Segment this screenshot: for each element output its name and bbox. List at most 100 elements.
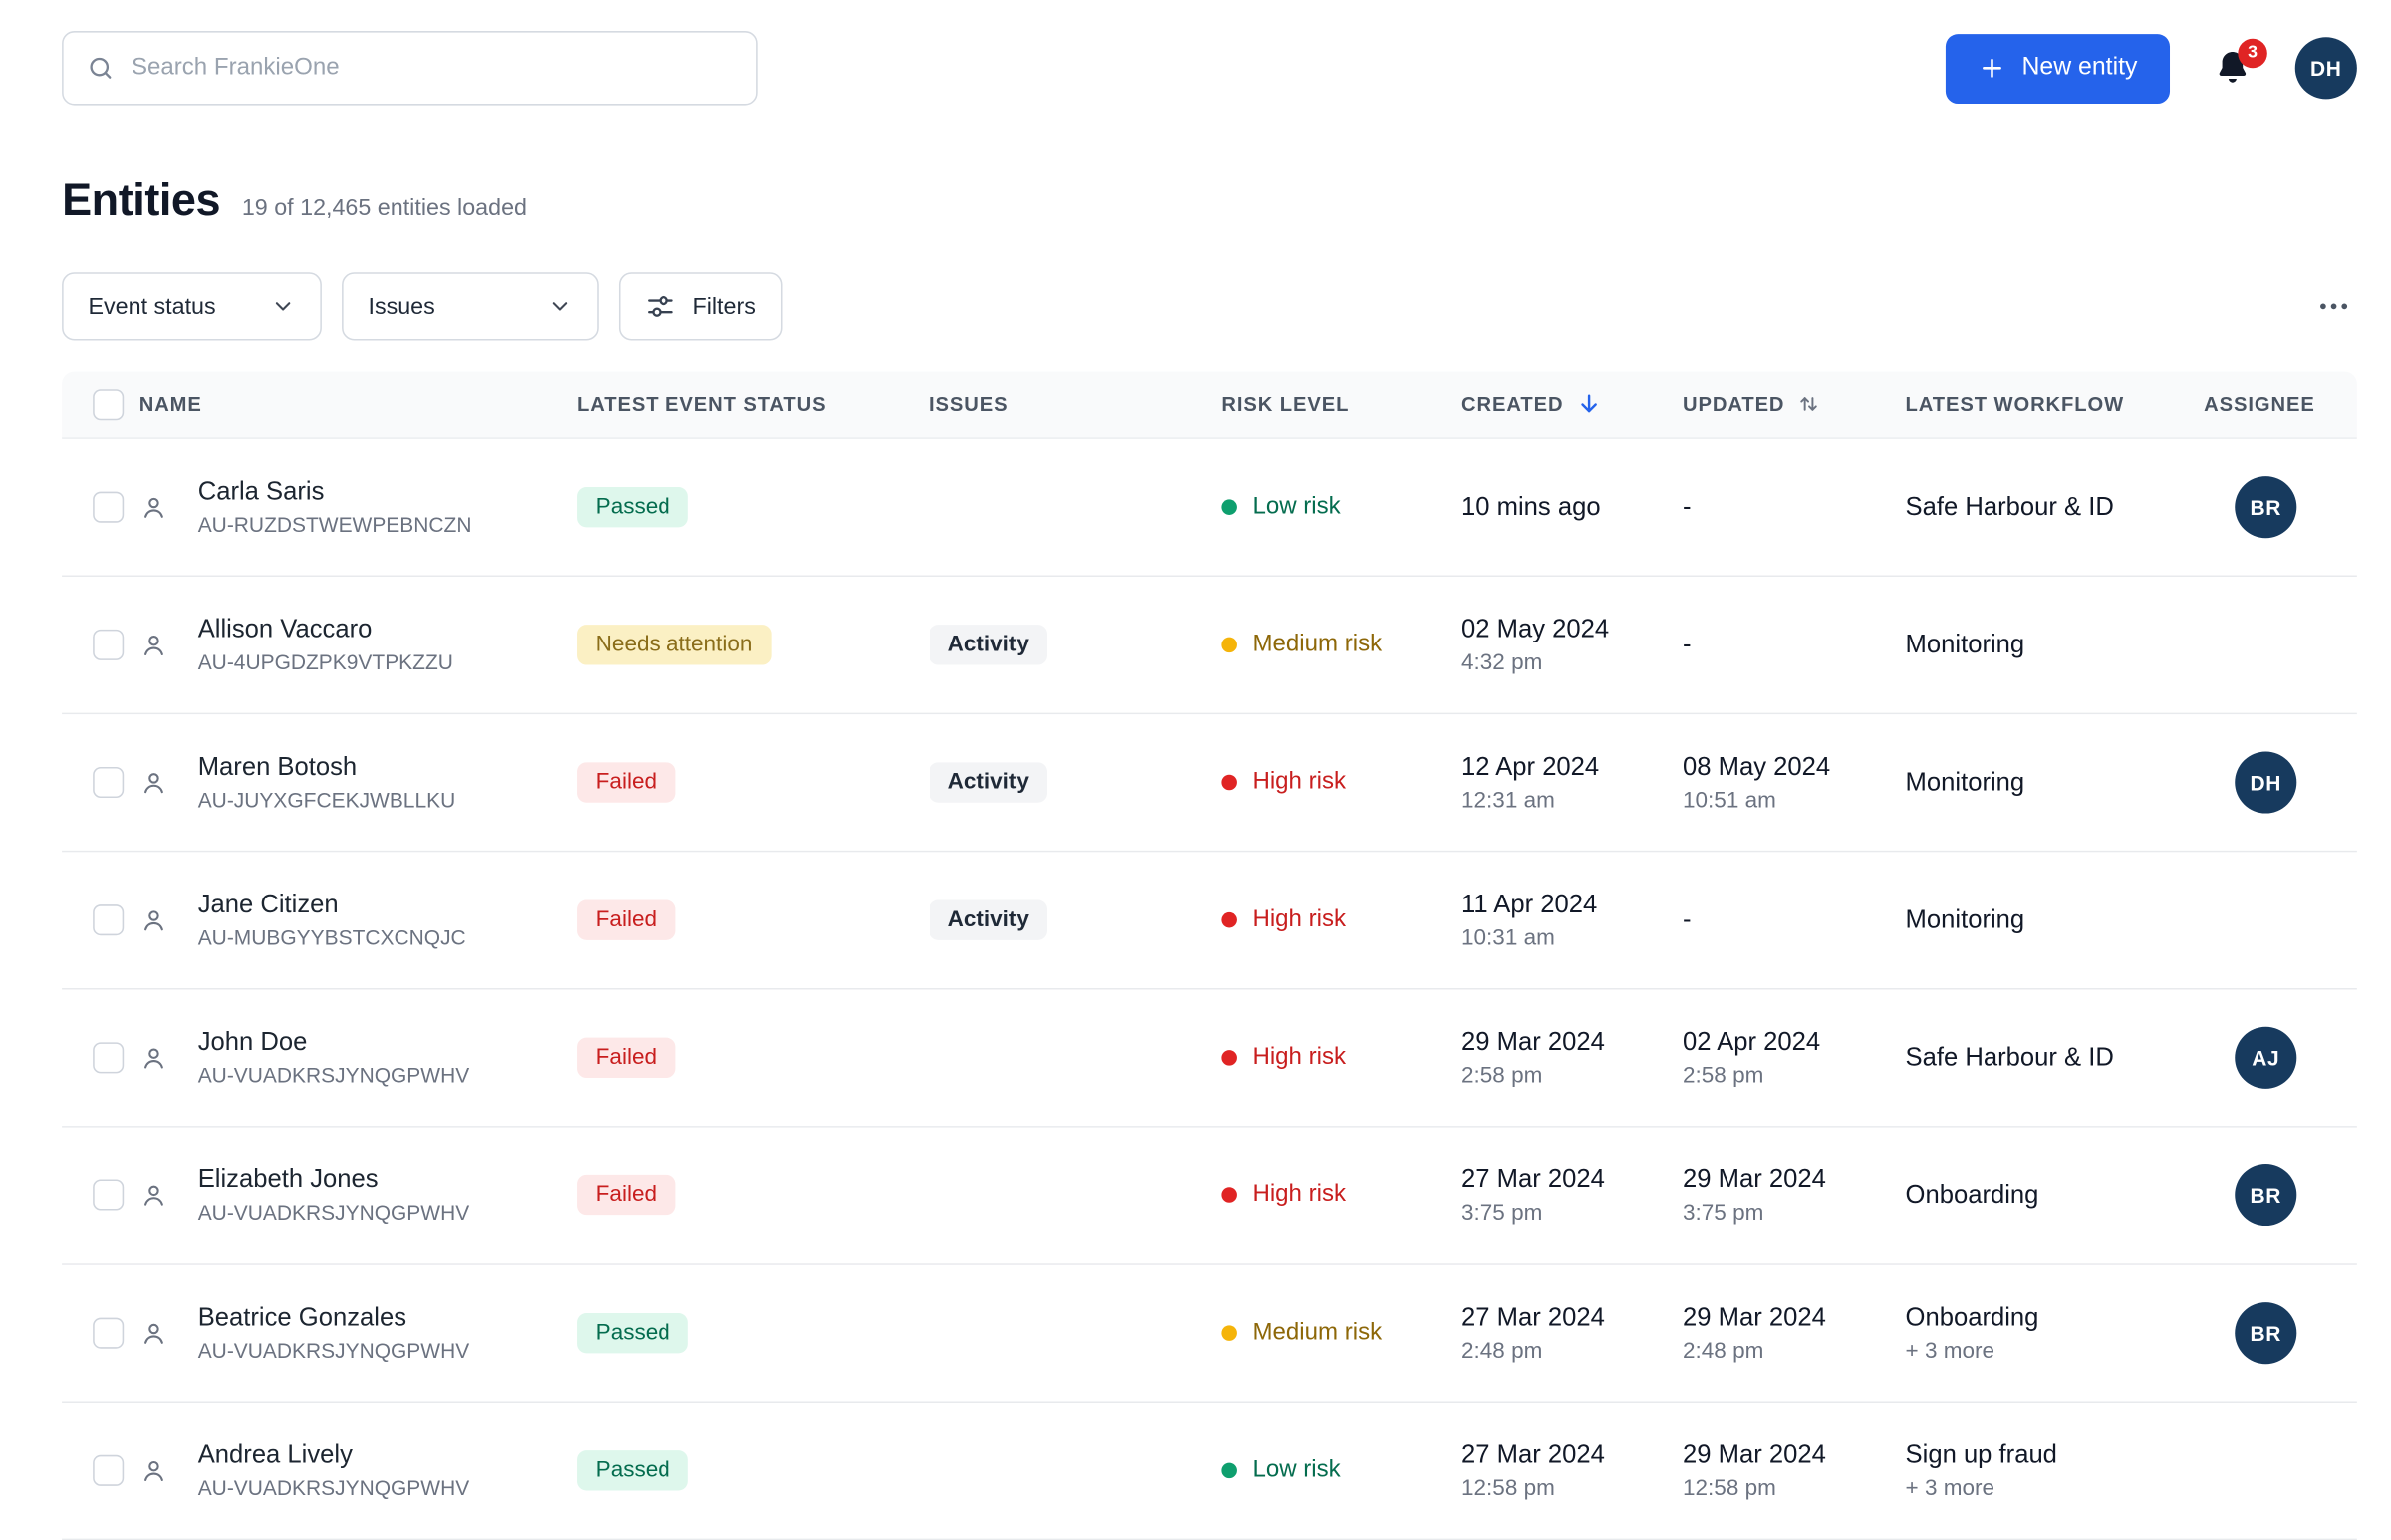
entity-id: AU-VUADKRSJYNQGPWHV bbox=[198, 1339, 577, 1362]
risk-dot bbox=[1221, 638, 1237, 653]
entity-id: AU-JUYXGFCEKJWBLLKU bbox=[198, 789, 577, 812]
table-row[interactable]: Beatrice Gonzales AU-VUADKRSJYNQGPWHV Pa… bbox=[62, 1265, 2357, 1403]
entity-name[interactable]: Carla Saris bbox=[198, 478, 577, 507]
risk-cell: High risk bbox=[1221, 1181, 1461, 1209]
issues-label: Issues bbox=[368, 293, 434, 319]
updated-date: - bbox=[1683, 492, 1906, 521]
updated-time: 3:75 pm bbox=[1683, 1200, 1906, 1225]
assignee-avatar[interactable]: BR bbox=[2235, 476, 2296, 538]
workflow-cell: Monitoring bbox=[1906, 905, 2205, 934]
new-entity-button[interactable]: New entity bbox=[1946, 33, 2170, 103]
column-header-assignee[interactable]: ASSIGNEE bbox=[2204, 392, 2357, 415]
assignee-avatar[interactable]: AJ bbox=[2235, 1027, 2296, 1089]
entity-id: AU-RUZDSTWEWPEBNCZN bbox=[198, 513, 577, 536]
column-header-workflow[interactable]: LATEST WORKFLOW bbox=[1906, 392, 2205, 415]
app-window: New entity 3 DH Entities 19 of 12,465 en… bbox=[0, 0, 2391, 1514]
table-row[interactable]: Elizabeth Jones AU-VUADKRSJYNQGPWHV Fail… bbox=[62, 1128, 2357, 1265]
table-row[interactable]: Jane Citizen AU-MUBGYYBSTCXCNQJC Failed … bbox=[62, 852, 2357, 989]
entity-name[interactable]: John Doe bbox=[198, 1028, 577, 1057]
created-date: 11 Apr 2024 bbox=[1461, 890, 1683, 918]
search-input[interactable] bbox=[132, 54, 733, 82]
table-row[interactable]: Maren Botosh AU-JUYXGFCEKJWBLLKU Failed … bbox=[62, 714, 2357, 852]
plus-icon bbox=[1979, 54, 2006, 82]
entity-name[interactable]: Elizabeth Jones bbox=[198, 1166, 577, 1195]
created-date: 10 mins ago bbox=[1461, 492, 1683, 521]
workflow-cell: Onboarding + 3 more bbox=[1906, 1303, 2205, 1364]
updated-time: 12:58 pm bbox=[1683, 1476, 1906, 1501]
assignee-avatar[interactable]: BR bbox=[2235, 1164, 2296, 1226]
status-badge: Needs attention bbox=[577, 625, 771, 664]
updated-cell: 29 Mar 2024 2:48 pm bbox=[1683, 1303, 1906, 1364]
row-checkbox[interactable] bbox=[93, 767, 124, 798]
row-checkbox[interactable] bbox=[93, 1042, 124, 1073]
column-header-issues[interactable]: ISSUES bbox=[930, 392, 1221, 415]
entity-name[interactable]: Beatrice Gonzales bbox=[198, 1304, 577, 1333]
row-checkbox[interactable] bbox=[93, 630, 124, 660]
updated-cell: 08 May 2024 10:51 am bbox=[1683, 752, 1906, 813]
workflow-cell: Sign up fraud + 3 more bbox=[1906, 1440, 2205, 1501]
assignee-avatar[interactable]: DH bbox=[2235, 751, 2296, 813]
workflow-cell: Monitoring bbox=[1906, 768, 2205, 797]
row-checkbox[interactable] bbox=[93, 1318, 124, 1349]
updated-time: 2:58 pm bbox=[1683, 1063, 1906, 1088]
risk-dot bbox=[1221, 1325, 1237, 1341]
column-header-updated[interactable]: UPDATED bbox=[1683, 392, 1906, 415]
entity-id: AU-VUADKRSJYNQGPWHV bbox=[198, 1477, 577, 1500]
created-date: 02 May 2024 bbox=[1461, 615, 1683, 643]
risk-label: Low risk bbox=[1252, 493, 1340, 521]
column-header-status[interactable]: LATEST EVENT STATUS bbox=[577, 392, 930, 415]
row-checkbox[interactable] bbox=[93, 904, 124, 935]
column-header-risk[interactable]: RISK LEVEL bbox=[1221, 392, 1461, 415]
table-row[interactable]: Allison Vaccaro AU-4UPGDZPK9VTPKZZU Need… bbox=[62, 577, 2357, 714]
issue-badge: Activity bbox=[930, 625, 1048, 664]
entity-name[interactable]: Andrea Lively bbox=[198, 1441, 577, 1470]
row-checkbox[interactable] bbox=[93, 1455, 124, 1486]
created-time: 4:32 pm bbox=[1461, 650, 1683, 675]
select-all-checkbox[interactable] bbox=[93, 388, 124, 419]
row-checkbox[interactable] bbox=[93, 1179, 124, 1210]
more-options-button[interactable] bbox=[2310, 283, 2357, 330]
issues-dropdown[interactable]: Issues bbox=[342, 272, 599, 340]
created-date: 29 Mar 2024 bbox=[1461, 1028, 1683, 1057]
workflow-name: Monitoring bbox=[1906, 768, 2205, 797]
top-bar: New entity 3 DH bbox=[62, 31, 2357, 106]
table-header: NAME LATEST EVENT STATUS ISSUES RISK LEV… bbox=[62, 372, 2357, 439]
workflow-name: Onboarding bbox=[1906, 1303, 2205, 1332]
sort-both-icon bbox=[1797, 392, 1820, 415]
table-row[interactable]: Carla Saris AU-RUZDSTWEWPEBNCZN Passed L… bbox=[62, 439, 2357, 577]
column-header-name[interactable]: NAME bbox=[139, 392, 577, 415]
updated-date: 02 Apr 2024 bbox=[1683, 1028, 1906, 1057]
risk-dot bbox=[1221, 1463, 1237, 1479]
person-icon bbox=[139, 905, 168, 934]
notifications-button[interactable]: 3 bbox=[2212, 47, 2254, 89]
entities-loaded-count: 19 of 12,465 entities loaded bbox=[242, 195, 527, 221]
workflow-cell: Monitoring bbox=[1906, 631, 2205, 659]
workflow-name: Safe Harbour & ID bbox=[1906, 1043, 2205, 1072]
entity-name[interactable]: Jane Citizen bbox=[198, 891, 577, 919]
status-badge: Passed bbox=[577, 1313, 688, 1353]
risk-label: High risk bbox=[1252, 1181, 1346, 1209]
entity-id: AU-4UPGDZPK9VTPKZZU bbox=[198, 651, 577, 674]
ellipsis-icon bbox=[2316, 305, 2350, 328]
event-status-dropdown[interactable]: Event status bbox=[62, 272, 322, 340]
new-entity-label: New entity bbox=[2021, 54, 2137, 82]
entity-name[interactable]: Maren Botosh bbox=[198, 753, 577, 782]
created-time: 2:48 pm bbox=[1461, 1339, 1683, 1364]
table-row[interactable]: John Doe AU-VUADKRSJYNQGPWHV Failed High… bbox=[62, 990, 2357, 1128]
workflow-cell: Onboarding bbox=[1906, 1180, 2205, 1209]
column-header-created[interactable]: CREATED bbox=[1461, 391, 1683, 417]
row-checkbox[interactable] bbox=[93, 492, 124, 523]
chevron-down-icon bbox=[271, 294, 296, 319]
table-row[interactable]: Andrea Lively AU-VUADKRSJYNQGPWHV Passed… bbox=[62, 1403, 2357, 1540]
status-badge: Failed bbox=[577, 762, 675, 802]
filters-button[interactable]: Filters bbox=[619, 272, 782, 340]
user-avatar[interactable]: DH bbox=[2295, 37, 2357, 99]
entity-name[interactable]: Allison Vaccaro bbox=[198, 616, 577, 644]
workflow-name: Monitoring bbox=[1906, 631, 2205, 659]
created-cell: 29 Mar 2024 2:58 pm bbox=[1461, 1028, 1683, 1089]
search-box[interactable] bbox=[62, 31, 758, 106]
status-badge: Failed bbox=[577, 899, 675, 939]
workflow-cell: Safe Harbour & ID bbox=[1906, 1043, 2205, 1072]
risk-label: High risk bbox=[1252, 906, 1346, 934]
assignee-avatar[interactable]: BR bbox=[2235, 1302, 2296, 1364]
